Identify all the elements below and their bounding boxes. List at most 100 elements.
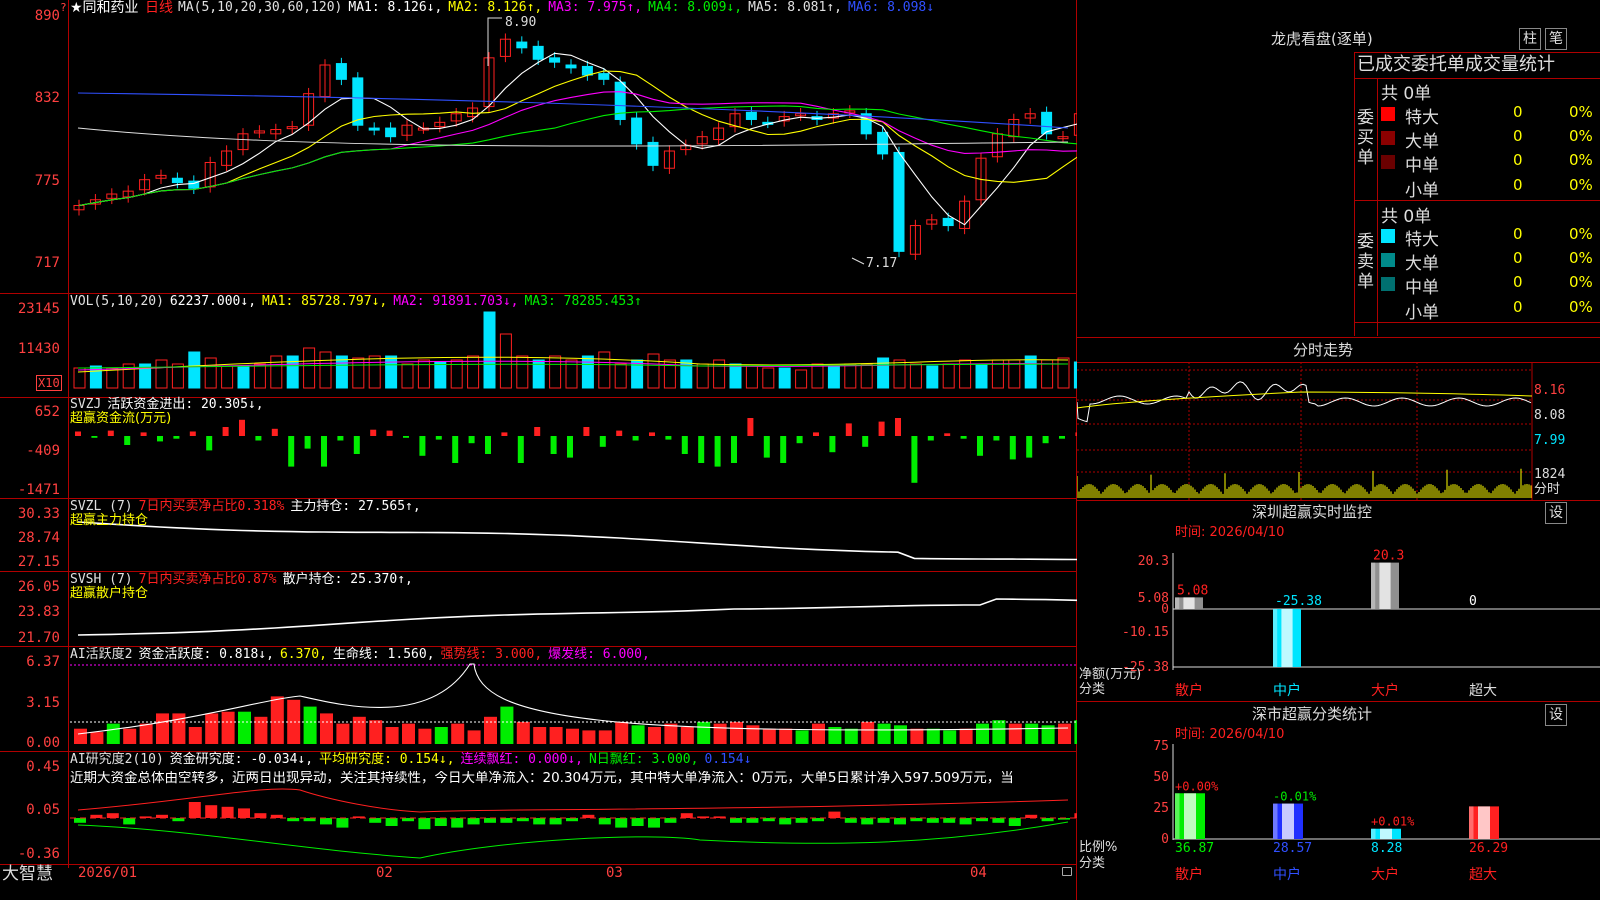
ai1-bar	[123, 728, 137, 744]
intraday-title: 分时走势	[1293, 341, 1354, 359]
ai1-ytick-2: 3.15	[26, 695, 60, 711]
sh-class-settings-button[interactable]: 设	[1545, 704, 1567, 726]
sh-bar	[1273, 803, 1303, 839]
ai2-bar	[795, 818, 808, 823]
ai1-bar	[894, 725, 907, 744]
svsh-ytick-2: 23.83	[17, 604, 60, 620]
svzl-item-2: 主力持仓: 27.565↑,	[290, 499, 421, 514]
buy-l-swatch	[1381, 131, 1395, 145]
ai2-bar	[664, 818, 677, 823]
svzj-bar	[567, 436, 573, 458]
ai1-item-5: 爆发线: 6.000,	[548, 647, 650, 662]
svzj-bar	[1042, 436, 1049, 444]
ai2-item-0: AI研究度2(10)	[70, 752, 164, 767]
ai1-bar	[795, 730, 809, 744]
candle-body	[893, 151, 905, 252]
sell-m-value: 0	[1513, 273, 1523, 291]
order-stat-header: 已成交委托单成交量统计	[1357, 54, 1555, 75]
ai2-bar	[959, 818, 972, 825]
vol-ytick-1: 23145	[17, 301, 60, 317]
ai2-bar	[828, 811, 841, 818]
intraday-chart[interactable]	[1077, 362, 1600, 500]
sz-monitor-chart: 20.35.080-10.15-25.385.08-25.3820.30散户 中户…	[1122, 549, 1600, 699]
sh-ytick: 0	[1161, 832, 1169, 847]
sz-value-label: -25.38	[1275, 594, 1322, 609]
svzj-bar	[878, 421, 885, 436]
ai1-bar	[648, 727, 661, 744]
svzj-bar	[1059, 436, 1065, 439]
volume-bar	[1024, 355, 1037, 389]
low-pointer	[851, 257, 865, 265]
volume-bar	[909, 363, 922, 389]
low-price-label: 7.17	[866, 256, 898, 271]
buy-total: 共 0单	[1381, 84, 1432, 104]
ai1-bar	[877, 723, 891, 744]
bar-mode-button[interactable]: 柱	[1519, 28, 1541, 50]
svsh-ytick-3: 21.70	[17, 630, 60, 646]
xaxis-label-apr: 04	[970, 865, 987, 881]
svzj-bar	[386, 430, 393, 436]
svzl-line	[77, 521, 1077, 561]
ai1-bar	[812, 723, 825, 744]
sh-ytick: 50	[1153, 770, 1169, 785]
sz-category-label: 大户	[1371, 682, 1399, 699]
svzj-bar	[698, 436, 705, 463]
ai2-green-line	[77, 821, 1069, 859]
svzj-bar	[681, 436, 688, 454]
svzj-bar	[862, 436, 869, 447]
ai1-bar	[369, 720, 383, 744]
brand-logo: 大智慧	[2, 864, 53, 884]
ai2-bar	[680, 813, 693, 818]
tick-mode-button[interactable]: 笔	[1545, 28, 1567, 50]
vol-ma2-line	[77, 360, 1069, 371]
ai1-bar	[484, 716, 497, 744]
svzj-bar	[419, 436, 426, 456]
ai1-bar	[959, 728, 973, 744]
ai1-bar	[254, 716, 268, 744]
svzj-bar	[583, 427, 590, 436]
ai1-bar	[582, 730, 596, 744]
ai2-comment: 近期大资金总体由空转多，近两日出现异动，关注其持续性，今日大单净流入：20.30…	[70, 771, 1014, 785]
sh-category-label: 中户	[1273, 866, 1301, 883]
right-panel: 龙虎看盘(逐单) 柱 笔 已成交委托单成交量统计 委买单 委卖单 共 0单 共 …	[1077, 0, 1600, 900]
ai2-item-3: 连续飘红: 0.000↓,	[460, 752, 583, 767]
ma-legend-item-3: MA3: 7.975↑,	[548, 0, 643, 15]
ai2-bar	[418, 818, 431, 830]
ai1-bar	[779, 728, 793, 744]
ai1-bar	[156, 713, 169, 744]
svzj-ytick-1: 652	[34, 404, 60, 420]
lock-icon[interactable]	[1062, 867, 1072, 876]
volume-bar	[368, 355, 381, 389]
sell-xl-swatch	[1381, 229, 1395, 243]
svzj-bar	[157, 436, 163, 442]
high-price-label: 8.90	[505, 15, 537, 30]
ai2-bar	[451, 818, 464, 828]
sh-category-label: 大户	[1371, 866, 1399, 883]
xaxis-label-jan: 2026/01	[78, 865, 138, 881]
ai1-bar	[385, 727, 399, 744]
period-label[interactable]: 日线	[145, 1, 173, 15]
ai1-bar	[664, 723, 678, 744]
ai2-ytick-3: -0.36	[17, 846, 60, 862]
ai2-bar	[188, 802, 201, 818]
volume-bar	[811, 363, 824, 389]
ai1-bar	[74, 728, 87, 744]
sz-category-label: 超大	[1469, 683, 1497, 699]
lhkp-title: 龙虎看盘(逐单)	[1271, 30, 1373, 48]
ai1-bar	[697, 721, 711, 744]
candle-body	[877, 131, 889, 155]
ai1-bar	[992, 720, 1006, 744]
ai1-bar	[500, 706, 514, 744]
ai1-item-2: 6.370,	[279, 647, 327, 662]
volume-bar	[762, 367, 775, 389]
buy-m-label: 中单	[1405, 156, 1439, 176]
svzj-bar	[796, 436, 803, 444]
sz-monitor-settings-button[interactable]: 设	[1545, 502, 1567, 524]
sell-xl-pct: 0%	[1569, 225, 1593, 243]
svzj-bar	[517, 436, 524, 463]
ai2-bar	[533, 818, 546, 825]
svzj-bar	[124, 436, 131, 445]
candle-body	[565, 64, 577, 69]
buy-l-pct: 0%	[1569, 127, 1593, 145]
ma-legend-item-6: MA6: 8.098↓	[847, 0, 935, 15]
